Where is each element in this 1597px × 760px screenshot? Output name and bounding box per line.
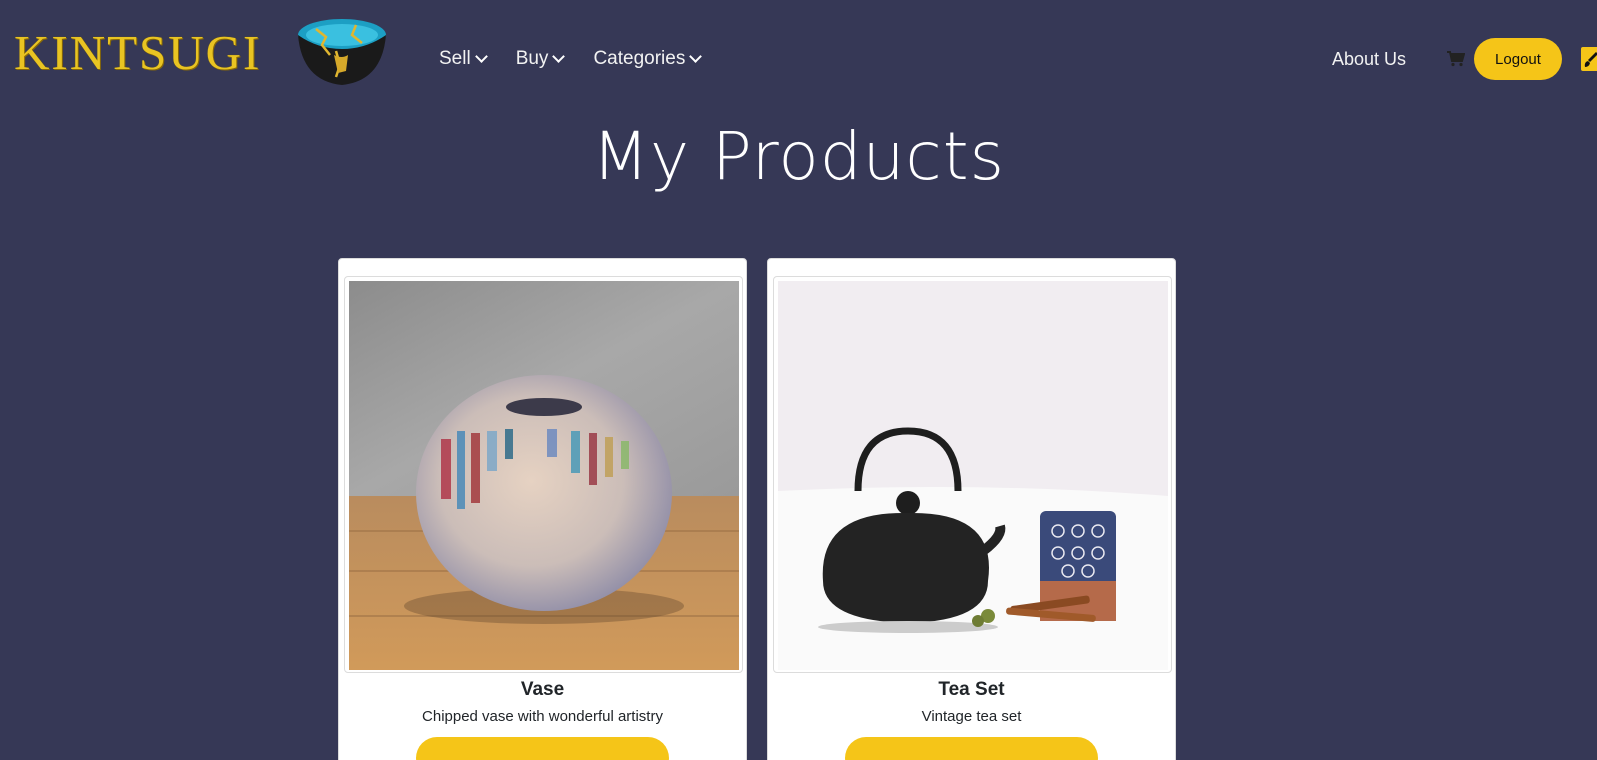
- product-description: Chipped vase with wonderful artistry: [422, 708, 663, 725]
- nav-categories-dropdown[interactable]: Categories: [593, 48, 703, 70]
- theme-toggle-button[interactable]: [1581, 47, 1597, 71]
- product-card: Tea Set Vintage tea set Second thoughts …: [767, 258, 1176, 760]
- product-image-frame: [773, 276, 1172, 673]
- navbar: KINTSUGI Sell Buy Categories About Us Lo…: [0, 0, 1597, 120]
- vase-image[interactable]: [349, 281, 739, 670]
- about-us-link[interactable]: About Us: [1332, 49, 1406, 70]
- nav-links: Sell Buy Categories: [439, 48, 730, 70]
- product-image-frame: [344, 276, 743, 673]
- nav-sell-label: Sell: [439, 48, 471, 69]
- brush-icon: [1584, 52, 1597, 67]
- product-name: Tea Set: [938, 679, 1005, 700]
- chevron-down-icon: [474, 50, 488, 63]
- brand-logo-text[interactable]: KINTSUGI: [14, 28, 261, 77]
- nav-buy-label: Buy: [515, 48, 549, 69]
- tea-set-image[interactable]: [778, 281, 1168, 670]
- nav-right: About Us Logout: [1297, 38, 1597, 80]
- kintsugi-bowl-logo[interactable]: [296, 15, 388, 87]
- chevron-down-icon: [552, 50, 566, 63]
- unlist-product-button[interactable]: Second thoughts on selling?: [416, 737, 669, 760]
- nav-sell-dropdown[interactable]: Sell: [439, 48, 488, 70]
- nav-categories-label: Categories: [593, 48, 686, 69]
- nav-buy-dropdown[interactable]: Buy: [515, 48, 566, 70]
- unlist-product-button[interactable]: Second thoughts on selling?: [845, 737, 1098, 760]
- cart-icon[interactable]: [1447, 51, 1465, 67]
- product-description: Vintage tea set: [921, 708, 1022, 725]
- product-name: Vase: [520, 679, 565, 700]
- page-title: My Products: [592, 118, 1005, 195]
- chevron-down-icon: [689, 50, 703, 63]
- logout-button[interactable]: Logout: [1474, 38, 1562, 80]
- product-card: Vase Chipped vase with wonderful artistr…: [338, 258, 747, 760]
